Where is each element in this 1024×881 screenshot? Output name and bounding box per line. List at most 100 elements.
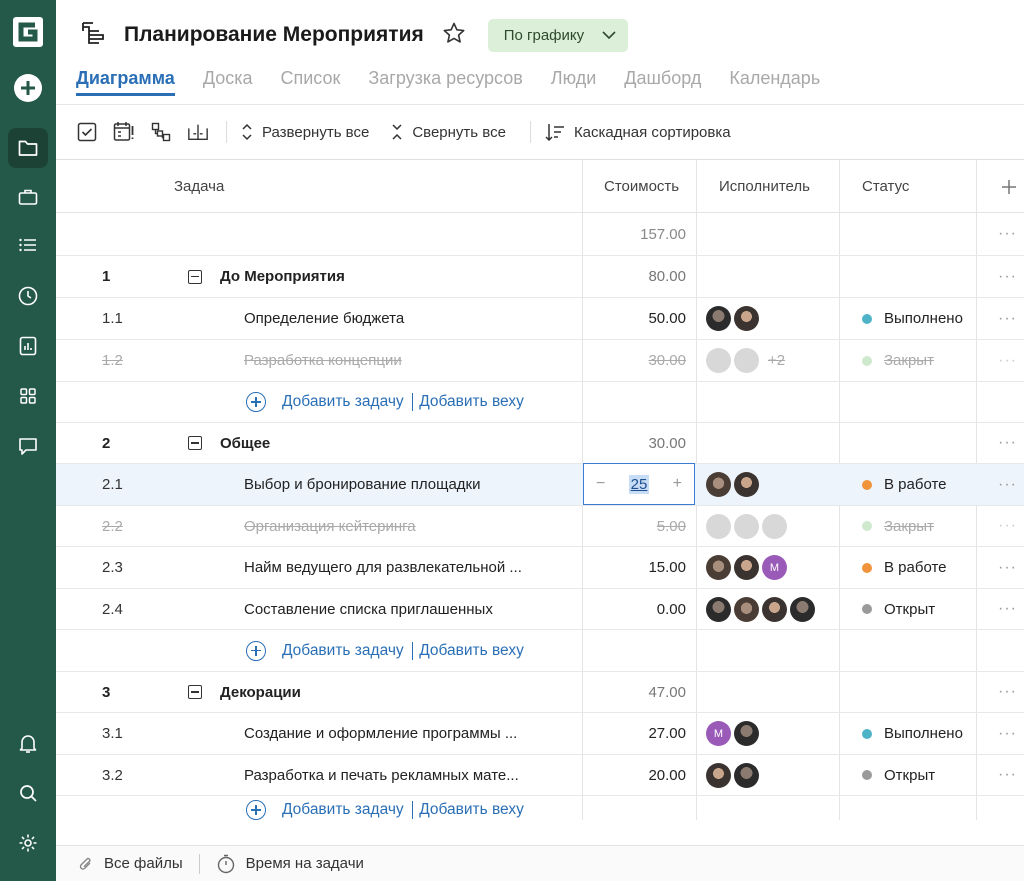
logo[interactable] <box>12 16 44 48</box>
assignee-list[interactable]: M <box>706 713 836 754</box>
cascade-sort-button[interactable]: Каскадная сортировка <box>545 123 731 141</box>
status-cell[interactable]: Закрыт <box>862 340 966 381</box>
task-name[interactable]: Составление списка приглашенных <box>244 589 564 629</box>
column-header-cost[interactable]: Стоимость <box>604 160 679 213</box>
add-icon[interactable] <box>8 68 48 108</box>
add-task-button[interactable]: Добавить задачу <box>282 801 404 819</box>
tab-calendar[interactable]: Календарь <box>729 68 820 100</box>
assignee-list[interactable] <box>706 506 836 546</box>
task-name[interactable]: Найм ведущего для развлекательной ... <box>244 547 564 588</box>
table-row[interactable]: 1 До Мероприятия 80.00 ··· <box>56 256 1024 298</box>
collapse-toggle-icon[interactable] <box>188 269 202 284</box>
task-name[interactable]: Организация кейтеринга <box>244 506 564 546</box>
tab-dashboard[interactable]: Дашборд <box>624 68 701 100</box>
column-header-task[interactable]: Задача <box>174 160 224 213</box>
status-cell[interactable]: Выполнено <box>862 713 966 754</box>
time-on-tasks-button[interactable]: Время на задачи <box>216 854 364 874</box>
add-circle-icon[interactable] <box>246 640 266 661</box>
task-name[interactable]: Общее <box>220 423 540 463</box>
increment-button[interactable]: + <box>673 475 682 493</box>
expand-all-button[interactable]: Развернуть все <box>241 123 369 141</box>
tab-list[interactable]: Список <box>281 68 341 100</box>
briefcase-icon[interactable] <box>8 177 48 217</box>
cost-input[interactable]: 25 <box>628 474 650 494</box>
cost-stepper[interactable]: − 25 + <box>583 463 695 505</box>
task-name[interactable]: До Мероприятия <box>220 256 540 297</box>
add-circle-icon[interactable] <box>246 392 266 412</box>
table-row[interactable]: 3.1 Создание и оформление программы ... … <box>56 713 1024 755</box>
task-name[interactable]: Декорации <box>220 672 540 712</box>
assignee-list[interactable] <box>706 755 836 795</box>
task-cost[interactable]: 30.00 <box>584 340 686 381</box>
status-cell[interactable]: В работе <box>862 464 966 505</box>
folder-icon[interactable] <box>8 128 48 168</box>
row-menu-icon[interactable]: ··· <box>998 298 1024 339</box>
star-icon[interactable] <box>442 21 466 50</box>
row-menu-icon[interactable]: ··· <box>998 506 1024 546</box>
column-header-assignee[interactable]: Исполнитель <box>719 160 810 213</box>
report-icon[interactable] <box>8 326 48 366</box>
task-name[interactable]: Разработка и печать рекламных мате... <box>244 755 564 795</box>
row-menu-icon[interactable]: ··· <box>998 464 1024 505</box>
clock-icon[interactable] <box>8 276 48 316</box>
collapse-toggle-icon[interactable] <box>188 436 202 450</box>
row-menu-icon[interactable]: ··· <box>998 672 1024 712</box>
checkbox-icon[interactable] <box>76 121 98 143</box>
table-row-selected[interactable]: 2.1 Выбор и бронирование площадки − 25 +… <box>56 463 1024 506</box>
table-row[interactable]: 2.2 Организация кейтеринга 5.00 Закрыт ·… <box>56 506 1024 547</box>
task-cost[interactable]: 15.00 <box>584 547 686 588</box>
table-row[interactable]: 3 Декорации 47.00 ··· <box>56 672 1024 713</box>
grid-icon[interactable] <box>8 376 48 416</box>
task-cost[interactable]: 0.00 <box>584 589 686 629</box>
add-milestone-button[interactable]: Добавить веху <box>419 642 524 660</box>
table-row[interactable]: 2 Общее 30.00 ··· <box>56 423 1024 464</box>
task-cost[interactable]: 5.00 <box>584 506 686 546</box>
task-cost[interactable]: 30.00 <box>584 423 686 463</box>
task-name[interactable]: Выбор и бронирование площадки <box>244 464 564 505</box>
row-menu-icon[interactable]: ··· <box>998 589 1024 629</box>
table-row[interactable]: 2.3 Найм ведущего для развлекательной ..… <box>56 547 1024 589</box>
row-menu-icon[interactable]: ··· <box>998 256 1024 297</box>
task-cost[interactable]: 27.00 <box>584 713 686 754</box>
collapse-toggle-icon[interactable] <box>188 685 202 699</box>
status-cell[interactable]: Открыт <box>862 589 966 629</box>
collapse-all-button[interactable]: Свернуть все <box>391 123 506 141</box>
project-status-dropdown[interactable]: По графику <box>487 18 629 52</box>
assignee-list[interactable] <box>706 298 836 339</box>
decrement-button[interactable]: − <box>596 475 605 493</box>
add-circle-icon[interactable] <box>246 800 266 820</box>
all-files-button[interactable]: Все файлы <box>78 855 183 873</box>
add-milestone-button[interactable]: Добавить веху <box>419 801 524 819</box>
row-menu-icon[interactable]: ··· <box>998 547 1024 588</box>
row-menu-icon[interactable]: ··· <box>998 713 1024 754</box>
task-name[interactable]: Разработка концепции <box>244 340 564 381</box>
tab-board[interactable]: Доска <box>203 68 253 100</box>
task-cost[interactable]: 47.00 <box>584 672 686 712</box>
settings-icon[interactable] <box>8 823 48 863</box>
task-name[interactable]: Определение бюджета <box>244 298 564 339</box>
table-row[interactable]: 1.2 Разработка концепции 30.00 +2 Закрыт… <box>56 340 1024 382</box>
assignee-list[interactable] <box>706 589 836 629</box>
tab-people[interactable]: Люди <box>551 68 596 100</box>
baseline-icon[interactable] <box>187 121 209 143</box>
row-menu-icon[interactable]: ··· <box>998 340 1024 381</box>
status-cell[interactable]: Закрыт <box>862 506 966 546</box>
tab-gantt[interactable]: Диаграмма <box>76 68 175 100</box>
chat-icon[interactable] <box>8 426 48 466</box>
task-cost[interactable]: 50.00 <box>584 298 686 339</box>
add-task-button[interactable]: Добавить задачу <box>282 642 404 660</box>
task-name[interactable]: Создание и оформление программы ... <box>244 713 564 754</box>
task-cost[interactable]: 80.00 <box>584 256 686 297</box>
assignee-list[interactable] <box>706 464 836 505</box>
row-menu-icon[interactable]: ··· <box>998 213 1024 255</box>
status-cell[interactable]: Открыт <box>862 755 966 795</box>
add-milestone-button[interactable]: Добавить веху <box>419 393 524 411</box>
tab-workload[interactable]: Загрузка ресурсов <box>368 68 522 100</box>
row-menu-icon[interactable]: ··· <box>998 423 1024 463</box>
status-cell[interactable]: Выполнено <box>862 298 966 339</box>
table-row[interactable]: 1.1 Определение бюджета 50.00 Выполнено … <box>56 298 1024 340</box>
row-menu-icon[interactable]: ··· <box>998 755 1024 795</box>
table-row[interactable]: 2.4 Составление списка приглашенных 0.00… <box>56 589 1024 630</box>
add-task-button[interactable]: Добавить задачу <box>282 393 404 411</box>
column-header-status[interactable]: Статус <box>862 160 909 213</box>
